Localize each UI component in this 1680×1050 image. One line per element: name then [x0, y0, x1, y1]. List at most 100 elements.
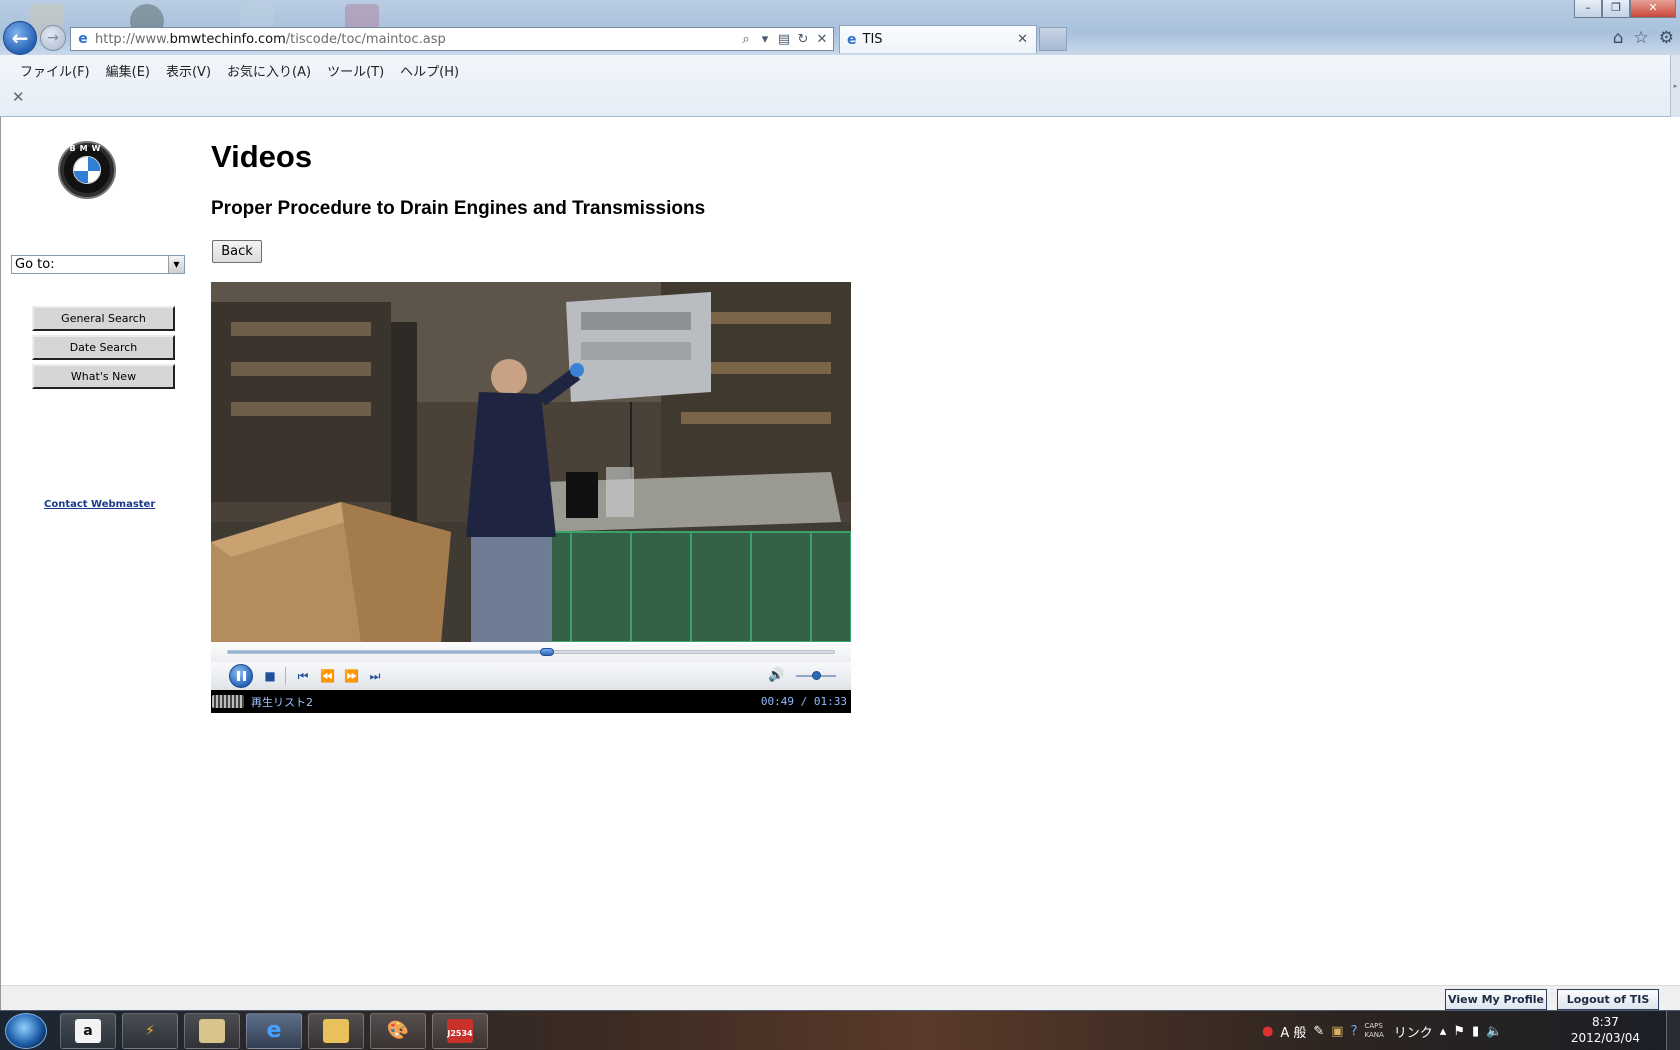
video-title: Proper Procedure to Drain Engines and Tr…: [211, 198, 706, 219]
chevron-down-icon[interactable]: ▼: [168, 256, 184, 273]
url-domain: bmwtechinfo.com: [169, 31, 286, 47]
logout-button[interactable]: Logout of TIS: [1557, 989, 1659, 1010]
page-viewport: BMW Go to: ▼ General Search Date Search …: [0, 117, 1680, 1010]
taskbar-clock[interactable]: 8:37 2012/03/04: [1571, 1014, 1640, 1046]
pause-icon: [236, 671, 240, 681]
previous-icon[interactable]: ⏮: [296, 669, 310, 684]
amazon-icon: a: [75, 1019, 101, 1043]
help-icon[interactable]: ?: [1351, 1024, 1358, 1039]
close-tab-icon[interactable]: ✕: [1017, 32, 1028, 47]
refresh-icon[interactable]: ↻: [795, 32, 811, 47]
close-bar-icon[interactable]: ✕: [12, 88, 25, 106]
search-icon[interactable]: ⌕: [738, 32, 754, 47]
seek-track[interactable]: [227, 648, 835, 656]
gear-icon[interactable]: ⚙: [1659, 28, 1674, 48]
lightning-icon: ⚡: [145, 1023, 155, 1039]
links-toolbar[interactable]: リンク: [1394, 1022, 1433, 1041]
ie-icon: e: [78, 31, 88, 47]
package-icon[interactable]: ▣: [1331, 1024, 1343, 1039]
speaker-icon[interactable]: 🔈: [1486, 1024, 1502, 1039]
home-icon[interactable]: ⌂: [1613, 28, 1624, 48]
media-player: ■ ⏮ ⏪ ⏩ ⏭ 🔊 再生リスト2 00:49 / 01:33: [211, 282, 851, 713]
network-icon[interactable]: ▮: [1472, 1024, 1479, 1039]
maximize-button[interactable]: ❐: [1602, 0, 1630, 18]
clock-time: 8:37: [1591, 1015, 1619, 1029]
stop-media-icon[interactable]: ■: [263, 669, 277, 683]
taskbar-j2534[interactable]: J2534: [432, 1013, 488, 1049]
player-status-strip: 再生リスト2 00:49 / 01:33: [211, 690, 851, 713]
seek-progress: [228, 651, 548, 653]
next-icon[interactable]: ⏭: [368, 669, 382, 684]
page-footer: View My Profile Logout of TIS: [1, 985, 1680, 1010]
time-current: 00:49: [760, 695, 794, 708]
seek-bar[interactable]: [211, 642, 851, 662]
forward-button[interactable]: →: [40, 25, 66, 51]
contact-webmaster-link[interactable]: Contact Webmaster: [44, 499, 155, 510]
whats-new-button[interactable]: What's New: [32, 364, 175, 389]
pause-button[interactable]: [229, 664, 253, 688]
tab-tis[interactable]: e TIS ✕: [839, 25, 1037, 53]
caps-kana-indicator: CAPS KANA: [1364, 1022, 1384, 1039]
menu-favorites[interactable]: お気に入り(A): [219, 61, 319, 80]
menu-tools[interactable]: ツール(T): [319, 61, 392, 80]
favorites-star-icon[interactable]: ☆: [1634, 28, 1649, 48]
paint-palette-icon: 🎨: [386, 1020, 410, 1041]
view-profile-button[interactable]: View My Profile: [1445, 989, 1547, 1010]
minimize-button[interactable]: –: [1574, 0, 1602, 18]
grip-handle[interactable]: [212, 695, 244, 708]
show-desktop-button[interactable]: [1666, 1011, 1680, 1050]
window-controls: – ❐ ✕: [1574, 0, 1676, 18]
ie-tab-icon: e: [847, 31, 857, 48]
close-window-button[interactable]: ✕: [1630, 0, 1676, 18]
taskbar-app-flash[interactable]: ⚡: [122, 1013, 178, 1049]
menu-bar: ファイル(F) 編集(E) 表示(V) お気に入り(A) ツール(T) ヘルプ(…: [0, 55, 1680, 117]
logo-letters: BMW: [69, 144, 105, 153]
new-tab-button[interactable]: [1039, 27, 1067, 51]
volume-icon[interactable]: 🔊: [768, 668, 784, 683]
ime-tool-icon[interactable]: ✎: [1313, 1024, 1324, 1039]
seek-thumb[interactable]: [540, 648, 555, 656]
tray-expand-icon[interactable]: ▴: [1440, 1024, 1447, 1039]
rewind-icon[interactable]: ⏪: [320, 669, 335, 683]
volume-slider[interactable]: [796, 671, 836, 680]
windows-start-icon[interactable]: [5, 1013, 47, 1049]
time-separator: /: [794, 695, 814, 708]
browser-toolbar-icons: ⌂ ☆ ⚙: [1613, 28, 1674, 48]
address-bar[interactable]: e http://www.bmwtechinfo.com/tiscode/toc…: [70, 27, 834, 51]
dropdown-arrow-icon[interactable]: ▾: [757, 32, 773, 47]
menu-items: ファイル(F) 編集(E) 表示(V) お気に入り(A) ツール(T) ヘルプ(…: [12, 57, 467, 83]
address-url[interactable]: http://www.bmwtechinfo.com/tiscode/toc/m…: [95, 32, 738, 47]
windows-taskbar: a ⚡ e 🎨 J2534 ● A 般 ✎ ▣ ? CAPS KANA リンク ▴…: [0, 1010, 1680, 1050]
back-button[interactable]: ←: [3, 21, 37, 55]
system-tray: ● A 般 ✎ ▣ ? CAPS KANA リンク ▴ ⚑ ▮ 🔈: [1262, 1015, 1509, 1047]
taskbar-paint[interactable]: 🎨: [370, 1013, 426, 1049]
back-page-button[interactable]: Back: [212, 240, 262, 263]
alert-icon[interactable]: ●: [1262, 1024, 1273, 1039]
url-path: /tiscode/toc/maintoc.asp: [285, 31, 446, 47]
video-frame[interactable]: [211, 282, 851, 642]
forward-arrow-icon: →: [47, 30, 59, 46]
ime-indicator[interactable]: A 般: [1280, 1022, 1306, 1041]
fast-forward-icon[interactable]: ⏩: [344, 669, 359, 683]
taskbar-amazon[interactable]: a: [60, 1013, 116, 1049]
taskbar-explorer[interactable]: [308, 1013, 364, 1049]
taskbar-internet-explorer[interactable]: e: [246, 1013, 302, 1049]
taskbar-app-window[interactable]: [184, 1013, 240, 1049]
date-search-button[interactable]: Date Search: [32, 335, 175, 360]
menu-view[interactable]: 表示(V): [158, 61, 219, 80]
menu-edit[interactable]: 編集(E): [98, 61, 158, 80]
goto-select[interactable]: Go to: ▼: [11, 255, 185, 274]
general-search-button[interactable]: General Search: [32, 306, 175, 331]
j2534-toolbox-icon: J2534: [447, 1019, 473, 1043]
action-center-flag-icon[interactable]: ⚑: [1453, 1024, 1465, 1039]
compat-view-icon[interactable]: ▤: [776, 32, 792, 47]
volume-thumb[interactable]: [812, 671, 821, 680]
menu-file[interactable]: ファイル(F): [12, 61, 98, 80]
menu-help[interactable]: ヘルプ(H): [392, 61, 467, 80]
window-app-icon: [199, 1019, 225, 1043]
ie-taskbar-icon: e: [266, 1018, 282, 1043]
stop-icon[interactable]: ✕: [814, 32, 830, 47]
browser-titlebar: – ❐ ✕ ← → e http://www.bmwtechinfo.com/t…: [0, 0, 1680, 55]
bmw-logo: BMW: [58, 141, 116, 199]
toolbar-chevron-icon[interactable]: ▸: [1670, 55, 1680, 117]
